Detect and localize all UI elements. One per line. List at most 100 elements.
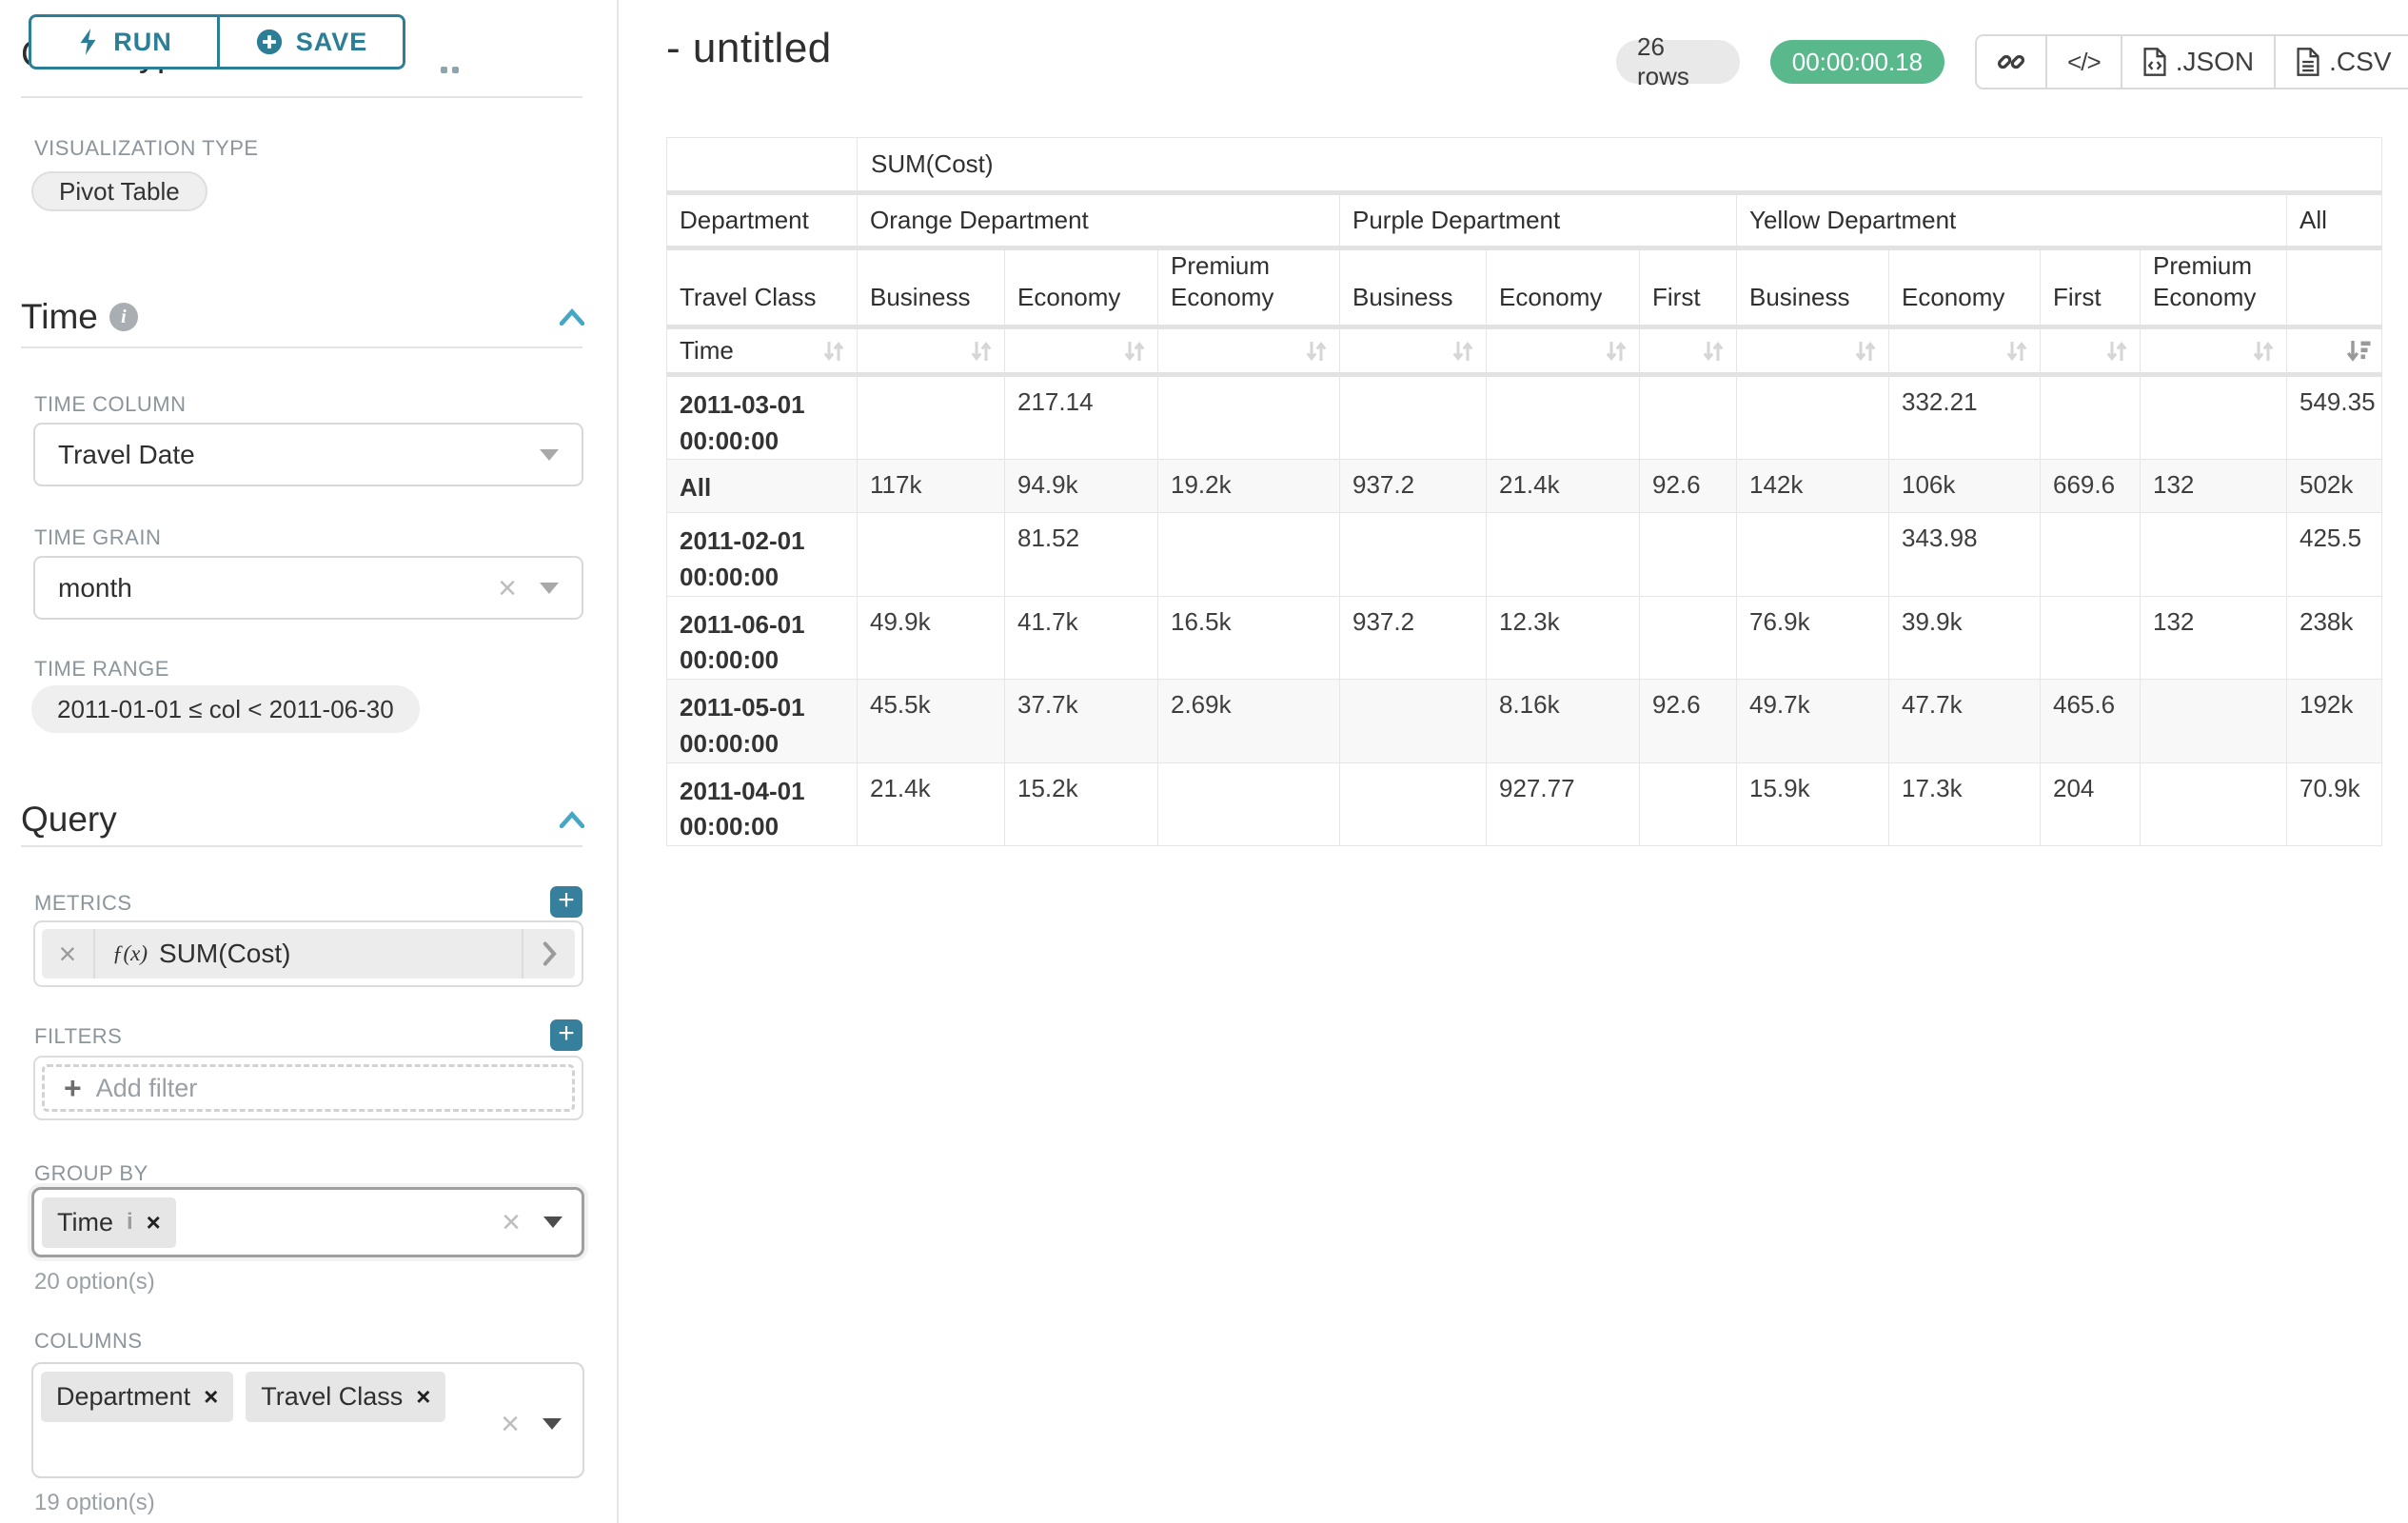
group-by-pill-row: Timei× bbox=[42, 1197, 176, 1248]
column-sort-cell[interactable] bbox=[858, 327, 1005, 375]
sort-icon[interactable] bbox=[2102, 337, 2131, 366]
remove-icon[interactable]: × bbox=[204, 1382, 218, 1412]
chevron-right-icon[interactable] bbox=[522, 929, 575, 979]
time-section-title: Time bbox=[21, 297, 98, 337]
clear-icon[interactable]: × bbox=[498, 572, 517, 604]
value-cell: 106k bbox=[1889, 460, 2041, 513]
chart-header-controls: 26 rows 00:00:00.18 </> .JSON .CSV bbox=[1616, 34, 2408, 89]
table-row: 2011-02-01 00:00:0081.52343.98425.5 bbox=[667, 513, 2382, 596]
add-filter-button[interactable]: + bbox=[550, 1019, 582, 1051]
sort-icon[interactable] bbox=[1851, 337, 1880, 366]
remove-metric-icon[interactable]: × bbox=[42, 929, 95, 979]
sort-desc-active-icon[interactable] bbox=[2344, 337, 2373, 366]
value-cell bbox=[1158, 375, 1340, 460]
export-json-button[interactable]: .JSON bbox=[2121, 36, 2274, 88]
value-cell: 465.6 bbox=[2041, 680, 2141, 762]
column-leaf-header: First bbox=[1640, 248, 1737, 327]
chevron-down-icon[interactable] bbox=[540, 583, 559, 594]
value-cell: 937.2 bbox=[1340, 460, 1487, 513]
column-sort-cell[interactable] bbox=[2141, 327, 2287, 375]
table-row: 2011-04-01 00:00:0021.4k15.2k927.7715.9k… bbox=[667, 762, 2382, 845]
value-cell: 47.7k bbox=[1889, 680, 2041, 762]
sort-icon[interactable] bbox=[1449, 337, 1477, 366]
value-cell bbox=[1158, 513, 1340, 596]
value-cell: 425.5 bbox=[2287, 513, 2382, 596]
query-duration-badge: 00:00:00.18 bbox=[1770, 40, 1944, 84]
view-query-button[interactable]: </> bbox=[2045, 36, 2121, 88]
run-button[interactable]: RUN bbox=[31, 17, 217, 67]
dimension-pill[interactable]: Timei× bbox=[42, 1197, 176, 1248]
pivot-corner-cell bbox=[667, 138, 858, 193]
dimension-pill[interactable]: Department× bbox=[41, 1372, 233, 1422]
value-cell bbox=[2041, 513, 2141, 596]
column-leaf-header bbox=[2287, 248, 2382, 327]
columns-select[interactable]: Department× Travel Class× × bbox=[31, 1362, 584, 1478]
time-column-value: Travel Date bbox=[58, 440, 195, 470]
group-by-select[interactable]: Timei× × bbox=[31, 1187, 584, 1257]
metric-name: SUM(Cost) bbox=[159, 939, 290, 969]
metric-item[interactable]: × ƒ(x) SUM(Cost) bbox=[42, 929, 575, 979]
chevron-down-icon[interactable] bbox=[543, 1216, 563, 1228]
time-column-select[interactable]: Travel Date bbox=[33, 423, 583, 486]
value-cell bbox=[1340, 680, 1487, 762]
save-button[interactable]: SAVE bbox=[217, 17, 403, 67]
sort-icon[interactable] bbox=[819, 337, 848, 366]
value-cell bbox=[2041, 375, 2141, 460]
sort-icon[interactable] bbox=[2249, 337, 2278, 366]
column-sort-cell[interactable] bbox=[1158, 327, 1340, 375]
value-cell bbox=[1487, 375, 1640, 460]
sort-icon[interactable] bbox=[967, 337, 996, 366]
value-cell: 94.9k bbox=[1005, 460, 1158, 513]
export-csv-button[interactable]: .CSV bbox=[2274, 36, 2408, 88]
value-cell: 21.4k bbox=[1487, 460, 1640, 513]
column-sort-cell[interactable] bbox=[1640, 327, 1737, 375]
value-cell: 502k bbox=[2287, 460, 2382, 513]
remove-icon[interactable]: × bbox=[416, 1382, 430, 1412]
control-panel-sidebar: Chart Type RUN SAVE VISUALIZATION TYPE P… bbox=[0, 0, 619, 1523]
dimension-pill[interactable]: Travel Class× bbox=[246, 1372, 445, 1422]
column-sort-cell[interactable] bbox=[1487, 327, 1640, 375]
column-group-header: Yellow Department bbox=[1737, 193, 2287, 248]
function-icon: ƒ(x) bbox=[112, 941, 148, 966]
visualization-type-pill[interactable]: Pivot Table bbox=[31, 171, 207, 211]
code-icon: </> bbox=[2067, 48, 2101, 77]
row-header-cell: 2011-02-01 00:00:00 bbox=[667, 513, 858, 596]
time-range-pill[interactable]: 2011-01-01 ≤ col < 2011-06-30 bbox=[31, 685, 420, 733]
column-leaf-header: Premium Economy bbox=[1158, 248, 1340, 327]
chevron-up-icon[interactable] bbox=[558, 307, 586, 327]
value-cell bbox=[1737, 375, 1889, 460]
column-sort-cell[interactable] bbox=[2041, 327, 2141, 375]
chevron-down-icon[interactable] bbox=[540, 449, 559, 461]
sort-icon[interactable] bbox=[1302, 337, 1331, 366]
sort-icon[interactable] bbox=[2003, 337, 2031, 366]
clear-icon[interactable]: × bbox=[502, 1206, 521, 1238]
remove-icon[interactable]: × bbox=[147, 1208, 161, 1237]
value-cell bbox=[858, 513, 1005, 596]
sort-icon[interactable] bbox=[1699, 337, 1727, 366]
time-grain-select[interactable]: month × bbox=[33, 556, 583, 620]
csv-file-icon bbox=[2296, 47, 2320, 77]
add-filter-dropzone[interactable]: + Add filter bbox=[42, 1064, 575, 1112]
add-metric-button[interactable]: + bbox=[550, 886, 582, 918]
column-sort-cell[interactable] bbox=[1340, 327, 1487, 375]
chevron-up-icon bbox=[452, 67, 459, 73]
chevron-up-icon[interactable] bbox=[558, 809, 586, 830]
value-cell: 142k bbox=[1737, 460, 1889, 513]
column-leaf-header: Business bbox=[1737, 248, 1889, 327]
column-sort-cell[interactable] bbox=[2287, 327, 2382, 375]
plus-circle-icon bbox=[255, 28, 284, 56]
column-sort-cell[interactable] bbox=[1005, 327, 1158, 375]
sort-icon[interactable] bbox=[1120, 337, 1149, 366]
sort-icon[interactable] bbox=[1602, 337, 1630, 366]
clear-icon[interactable]: × bbox=[501, 1408, 520, 1440]
value-cell: 92.6 bbox=[1640, 460, 1737, 513]
column-leaf-header: Economy bbox=[1487, 248, 1640, 327]
filters-field: + Add filter bbox=[33, 1056, 583, 1120]
time-grain-label: TIME GRAIN bbox=[34, 525, 161, 550]
share-link-button[interactable] bbox=[1977, 36, 2045, 88]
chevron-down-icon[interactable] bbox=[543, 1418, 562, 1430]
column-group-header: Orange Department bbox=[858, 193, 1340, 248]
column-sort-cell[interactable] bbox=[1889, 327, 2041, 375]
value-cell: 549.35 bbox=[2287, 375, 2382, 460]
column-sort-cell[interactable] bbox=[1737, 327, 1889, 375]
